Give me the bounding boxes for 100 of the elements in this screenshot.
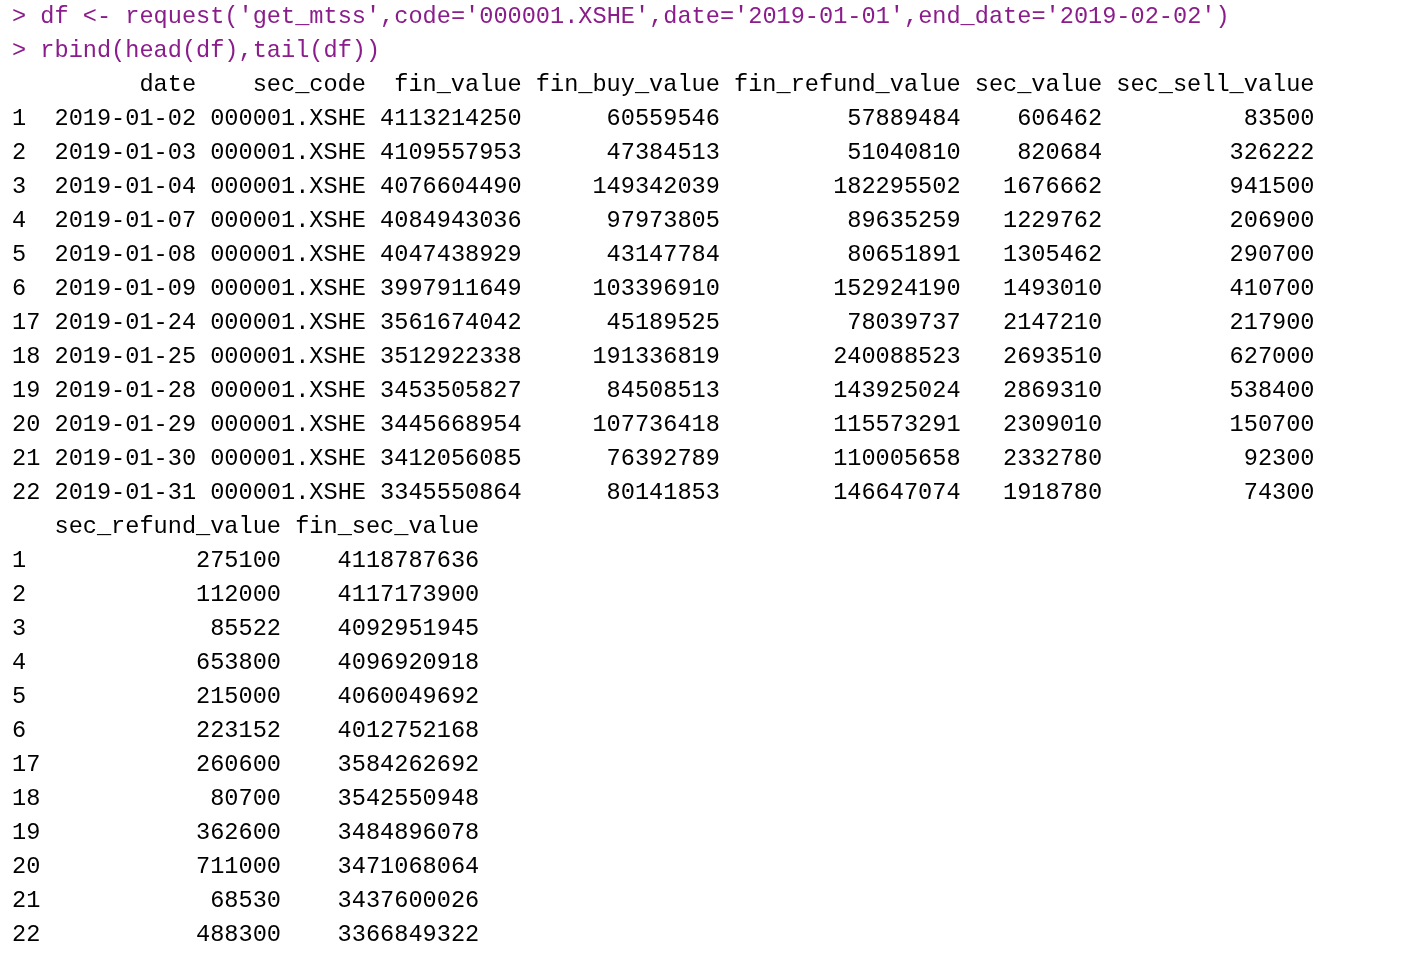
row-name: 4 <box>12 206 28 236</box>
table-cell-text: 488300 <box>195 920 281 950</box>
table-cell-text: 112000 <box>195 580 281 610</box>
table-cell-text: 4118787636 <box>336 546 480 576</box>
table-cell-text: 2019-01-29 <box>54 410 197 440</box>
table-cell-text: 4096920918 <box>336 648 480 678</box>
table-cell-text: 2019-01-04 <box>54 172 197 202</box>
command-text: df <- request('get_mtss',code='000001.XSHE',date='2019-01-01',end_date='2019-02-02') <box>40 2 1230 32</box>
row-name: 4 <box>12 648 28 678</box>
table-cell-text: 76392789 <box>605 444 720 474</box>
row-name: 2 <box>12 138 28 168</box>
table-cell-text: 4060049692 <box>336 682 480 712</box>
table-cell-text: 000001.XSHE <box>210 444 366 474</box>
table-cell-text: 000001.XSHE <box>210 240 366 270</box>
table-cell-text: 260600 <box>195 750 281 780</box>
table-cell-text: 191336819 <box>591 342 720 372</box>
table-cell-text: 80141853 <box>605 478 720 508</box>
table-cell-text: 84508513 <box>605 376 720 406</box>
column-header: sec_sell_value <box>1116 70 1315 100</box>
table-cell-text: 149342039 <box>591 172 720 202</box>
table-cell-text: 217900 <box>1228 308 1315 338</box>
table-cell-text: 150700 <box>1228 410 1315 440</box>
table-cell-text: 275100 <box>195 546 281 576</box>
table-cell-text: 2147210 <box>1002 308 1103 338</box>
table-cell-text: 362600 <box>195 818 281 848</box>
table-cell-text: 000001.XSHE <box>210 478 366 508</box>
row-name: 1 <box>12 546 28 576</box>
table-cell-text: 2019-01-30 <box>54 444 197 474</box>
table-cell-text: 538400 <box>1228 376 1315 406</box>
table-cell-text: 2309010 <box>1002 410 1103 440</box>
table-cell-text: 92300 <box>1242 444 1315 474</box>
table-cell-text: 3997911649 <box>380 274 522 304</box>
table-cell-text: 2019-01-07 <box>54 206 197 236</box>
row-name: 22 <box>12 478 41 508</box>
table-cell-text: 3412056085 <box>380 444 522 474</box>
table-cell-text: 000001.XSHE <box>210 206 366 236</box>
row-name: 18 <box>12 784 41 814</box>
row-name: 17 <box>12 750 41 780</box>
table-cell-text: 103396910 <box>591 274 720 304</box>
row-name: 18 <box>12 342 41 372</box>
table-cell-text: 78039737 <box>846 308 961 338</box>
table-cell-text: 000001.XSHE <box>210 342 366 372</box>
table-cell-text: 51040810 <box>846 138 961 168</box>
row-name: 5 <box>12 682 28 712</box>
table-cell-text: 2019-01-25 <box>54 342 197 372</box>
table-cell-text: 143925024 <box>832 376 961 406</box>
table-cell-text: 152924190 <box>832 274 961 304</box>
table-cell-text: 3366849322 <box>336 920 480 950</box>
table-cell-text: 000001.XSHE <box>210 104 366 134</box>
column-header: fin_sec_value <box>295 512 480 542</box>
table-cell-text: 115573291 <box>832 410 961 440</box>
table-cell-text: 4092951945 <box>336 614 480 644</box>
row-name: 5 <box>12 240 28 270</box>
table-cell-text: 000001.XSHE <box>210 138 366 168</box>
table-cell-text: 3484896078 <box>336 818 480 848</box>
table-cell-text: 80651891 <box>846 240 961 270</box>
table-cell-text: 3445668954 <box>380 410 522 440</box>
table-cell-text: 110005658 <box>832 444 961 474</box>
table-cell-text: 4117173900 <box>336 580 480 610</box>
table-cell-text: 941500 <box>1228 172 1315 202</box>
table-cell-text: 000001.XSHE <box>210 410 366 440</box>
column-header: sec_code <box>251 70 366 100</box>
row-name: 20 <box>12 410 41 440</box>
table-cell-text: 45189525 <box>605 308 720 338</box>
table-cell-text: 3561674042 <box>380 308 522 338</box>
row-name: 21 <box>12 444 41 474</box>
table-cell-text: 4084943036 <box>380 206 522 236</box>
table-cell-text: 000001.XSHE <box>210 376 366 406</box>
table-cell-text: 326222 <box>1228 138 1315 168</box>
table-cell-text: 000001.XSHE <box>210 274 366 304</box>
table-cell-text: 89635259 <box>846 206 961 236</box>
column-header: fin_buy_value <box>535 70 720 100</box>
table-cell-text: 223152 <box>195 716 281 746</box>
table-cell-text: 410700 <box>1228 274 1315 304</box>
column-header: date <box>138 70 197 100</box>
row-name: 21 <box>12 886 41 916</box>
row-name: 6 <box>12 274 28 304</box>
table-cell-text: 206900 <box>1228 206 1315 236</box>
table-cell-text: 1229762 <box>1002 206 1103 236</box>
table-cell-text: 3584262692 <box>336 750 480 780</box>
row-name: 3 <box>12 614 28 644</box>
table-cell-text: 43147784 <box>605 240 720 270</box>
table-cell-text: 68530 <box>209 886 281 916</box>
table-cell-text: 3542550948 <box>336 784 480 814</box>
row-name: 6 <box>12 716 28 746</box>
table-cell-text: 3471068064 <box>336 852 480 882</box>
table-cell-text: 182295502 <box>832 172 961 202</box>
prompt-symbol: > <box>12 36 28 66</box>
table-cell-text: 1305462 <box>1002 240 1103 270</box>
table-cell-text: 4012752168 <box>336 716 480 746</box>
table-cell-text: 83500 <box>1242 104 1315 134</box>
table-cell-text: 3453505827 <box>380 376 522 406</box>
table-cell-text: 290700 <box>1228 240 1315 270</box>
table-cell-text: 2019-01-24 <box>54 308 197 338</box>
table-cell-text: 4113214250 <box>380 104 522 134</box>
table-cell-text: 2019-01-28 <box>54 376 197 406</box>
table-cell-text: 653800 <box>195 648 281 678</box>
column-header: fin_value <box>393 70 522 100</box>
row-name: 1 <box>12 104 28 134</box>
table-cell-text: 3437600026 <box>336 886 480 916</box>
